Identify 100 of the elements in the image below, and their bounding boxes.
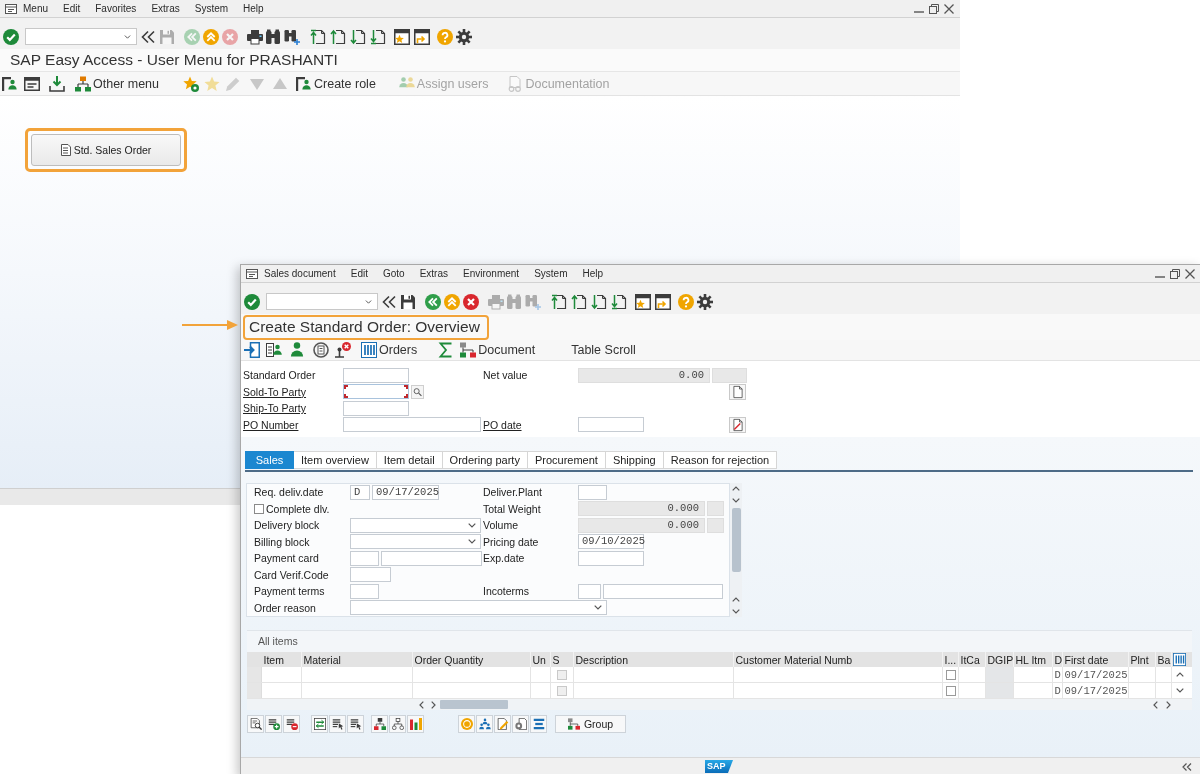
grid-icon[interactable] [1173,653,1186,666]
chevron-left-icon[interactable] [1153,700,1158,709]
double-chevron-icon[interactable] [1182,762,1192,771]
dropdown-field[interactable] [350,600,607,616]
user-frame-icon[interactable] [2,75,18,92]
toolbar-button[interactable] [407,715,424,733]
page-down-icon[interactable] [350,28,366,45]
table-cell[interactable]: D [1053,683,1063,698]
toolbar-button[interactable] [247,715,264,733]
chevron-right-icon[interactable] [1166,700,1171,709]
binoculars-icon[interactable] [265,28,281,45]
menu-item[interactable]: Edit [350,268,368,279]
toolbar-button[interactable]: Other menu [75,75,159,92]
restore-icon[interactable] [1170,268,1180,279]
page-pencil-button[interactable] [729,416,746,433]
page-down-icon[interactable] [591,293,607,310]
menu-item[interactable]: Help [582,268,604,279]
input-field[interactable] [381,550,482,566]
input-field[interactable] [578,417,644,433]
chevron-right-icon[interactable] [431,700,436,709]
restore-icon[interactable] [929,3,939,14]
shortcut-button[interactable]: Std. Sales Order [31,134,181,166]
table-cell[interactable]: 09/17/2025 [1063,683,1129,698]
check-icon[interactable] [3,28,19,45]
chevron-down-icon[interactable] [732,609,740,614]
tab[interactable]: Shipping [605,451,664,469]
toolbar-button[interactable] [476,715,493,733]
tab[interactable]: Item detail [376,451,443,469]
input-field[interactable] [350,550,379,566]
input-field[interactable] [343,367,409,383]
menu-item[interactable]: Favorites [95,3,137,14]
settings-icon[interactable] [697,293,713,310]
page-bottom-icon[interactable] [611,293,627,310]
field-link[interactable]: PO Number [243,418,299,431]
group-button[interactable]: Group [555,715,626,733]
chevron-down-icon[interactable] [1176,688,1184,693]
sigma-icon[interactable] [438,342,455,358]
menu-item[interactable]: Goto [382,268,405,279]
chevron-up-icon[interactable] [732,486,740,491]
toolbar-button[interactable] [283,715,300,733]
command-field[interactable] [266,293,378,310]
page-button[interactable] [729,383,746,400]
tab[interactable]: Reason for rejection [663,451,778,469]
tab[interactable]: Ordering party [442,451,528,469]
input-field[interactable] [603,583,723,599]
double-chevron-icon[interactable] [140,28,156,45]
menu-item[interactable]: Menu [23,3,48,14]
cancel-icon[interactable] [463,293,479,310]
input-field[interactable] [343,417,481,433]
toolbar-button[interactable] [265,715,282,733]
user-cross-icon[interactable] [335,342,351,358]
toolbar-button[interactable]: Create role [296,75,376,92]
scrollbar-thumb[interactable] [440,700,508,709]
close-icon[interactable] [1185,268,1195,279]
page-top-icon[interactable] [310,28,326,45]
chevron-up-icon[interactable] [1176,672,1184,677]
chevron-up-icon[interactable] [732,597,740,602]
input-field[interactable] [350,567,391,583]
menu-item[interactable]: Extras [151,3,180,14]
input-field[interactable]: 09/17/2025 [372,484,439,500]
user-document-icon[interactable] [266,342,282,358]
check-icon[interactable] [244,293,260,310]
page-up-icon[interactable] [330,28,346,45]
menu-icon[interactable] [246,268,258,279]
menu-item[interactable]: Sales document [264,268,336,279]
frame-list-icon[interactable] [24,75,40,92]
tray-arrow-icon[interactable] [49,75,65,92]
page-bottom-icon[interactable] [370,28,386,45]
page-up-icon[interactable] [571,293,587,310]
toolbar-button[interactable] [530,715,547,733]
menu-item[interactable]: Edit [63,3,81,14]
menu-item[interactable]: Help [243,3,264,14]
field-link[interactable]: Ship-To Party [243,402,307,415]
tab[interactable]: Procurement [527,451,606,469]
dropdown-field[interactable] [350,517,481,533]
input-field[interactable] [343,400,409,416]
scrollbar-thumb[interactable] [731,508,741,572]
toolbar-button[interactable] [329,715,346,733]
input-field[interactable] [578,484,607,500]
toolbar-button[interactable] [311,715,328,733]
double-chevron-icon[interactable] [381,293,397,310]
field-link[interactable]: PO date [483,418,522,431]
toolbar-button[interactable]: Document [460,342,536,358]
table-cell[interactable]: D [1053,667,1063,682]
toolbar-button[interactable] [371,715,388,733]
input-field[interactable]: D [350,484,370,500]
tab[interactable]: Item overview [294,451,377,469]
toolbar-button[interactable]: Orders [361,342,418,358]
arrow-in-icon[interactable] [244,342,260,358]
double-chevron-up-icon[interactable] [203,28,219,45]
settings-icon[interactable] [456,28,472,45]
back-icon[interactable] [425,293,441,310]
command-field[interactable] [25,28,137,45]
binoculars-plus-icon[interactable] [284,28,300,45]
table-cell[interactable]: 09/17/2025 [1063,667,1129,682]
user-icon[interactable] [289,342,305,358]
chevron-down-icon[interactable] [732,498,740,503]
document-circle-icon[interactable] [313,342,329,358]
field-link[interactable]: Sold-To Party [243,385,307,398]
input-field[interactable] [343,384,409,400]
